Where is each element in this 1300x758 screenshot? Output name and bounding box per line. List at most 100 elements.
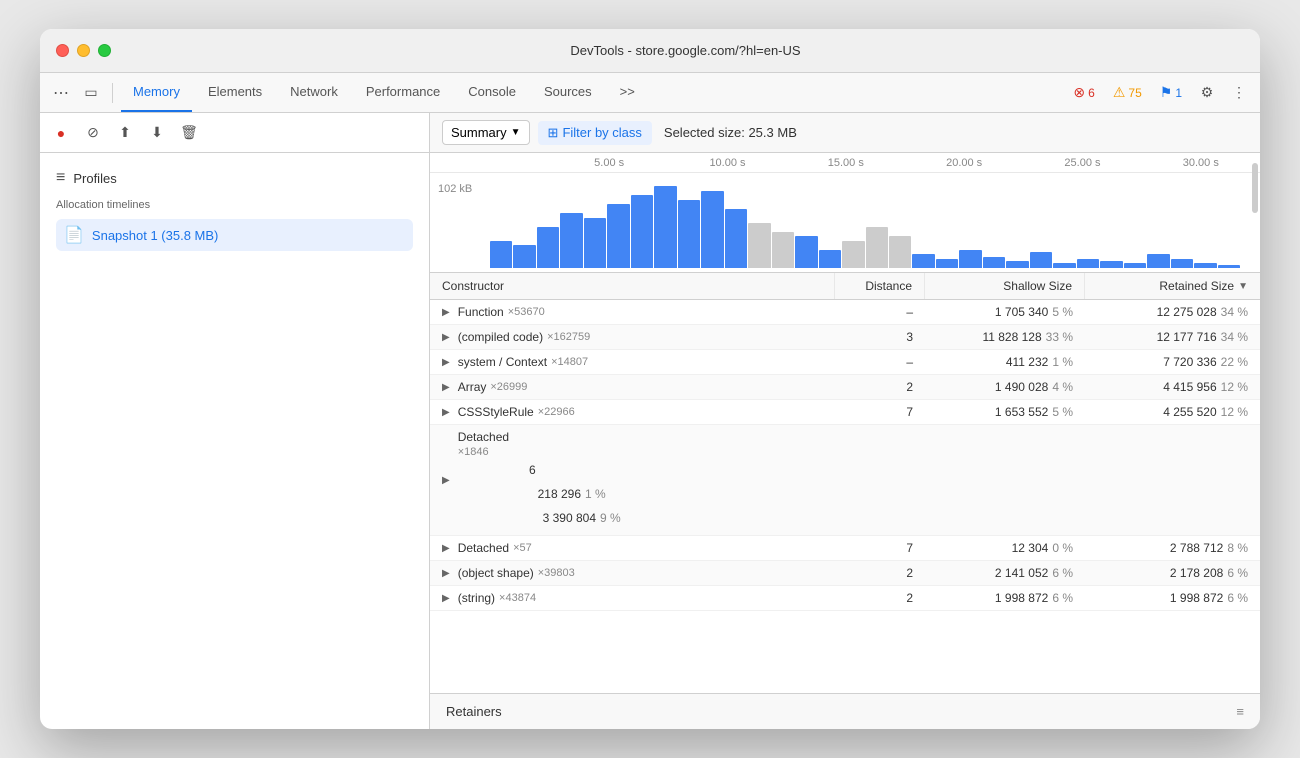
window-title: DevTools - store.google.com/?hl=en-US xyxy=(127,43,1244,58)
close-button[interactable] xyxy=(56,44,69,57)
warning-badge[interactable]: ⚠ 75 xyxy=(1107,82,1148,103)
distance-value: – xyxy=(835,300,925,324)
bar xyxy=(1147,254,1169,268)
table-header: Constructor Distance Shallow Size Retain… xyxy=(430,273,1260,300)
distance-value: 3 xyxy=(835,325,925,349)
bar xyxy=(631,195,653,268)
distance-value: 7 xyxy=(835,536,925,560)
bar xyxy=(490,241,512,268)
bar xyxy=(983,257,1005,268)
tab-performance[interactable]: Performance xyxy=(354,73,452,112)
more-icon[interactable]: ⋮ xyxy=(1226,80,1252,106)
sidebar-content: ≡ Profiles Allocation timelines 📄 Snapsh… xyxy=(40,153,429,729)
download-icon[interactable]: ⬇ xyxy=(144,120,170,146)
tab-console[interactable]: Console xyxy=(456,73,528,112)
minimize-button[interactable] xyxy=(77,44,90,57)
retained-size-value: 1 998 8726 % xyxy=(1085,586,1260,610)
table-row[interactable]: ▶ Array ×26999 2 1 490 0284 % 4 415 9561… xyxy=(430,375,1260,400)
settings-icon[interactable]: ⚙ xyxy=(1194,80,1220,106)
constructor-name: Array xyxy=(458,380,487,394)
profiles-header: ≡ Profiles xyxy=(56,165,413,199)
timeline-label-3: 15.00 s xyxy=(787,157,905,169)
table-row[interactable]: ▶ CSSStyleRule ×22966 7 1 653 5525 % 4 2… xyxy=(430,400,1260,425)
filter-icon: ⊞ xyxy=(548,125,559,141)
bar xyxy=(654,186,676,268)
bar xyxy=(1194,263,1216,268)
expand-icon: ▶ xyxy=(442,357,450,368)
table-row[interactable]: ▶ (string) ×43874 2 1 998 8726 % 1 998 8… xyxy=(430,586,1260,611)
bar xyxy=(936,259,958,268)
bar xyxy=(842,241,864,268)
tab-sources[interactable]: Sources xyxy=(532,73,604,112)
constructor-name: CSSStyleRule xyxy=(458,405,534,419)
chart-scrollbar[interactable] xyxy=(1252,163,1258,213)
dropdown-arrow-icon: ▼ xyxy=(511,127,521,138)
distance-value: – xyxy=(835,350,925,374)
bar xyxy=(959,250,981,268)
shallow-size-value: 218 2961 % xyxy=(458,482,618,506)
expand-icon: ▶ xyxy=(442,543,450,554)
clear-icon[interactable]: ⊘ xyxy=(80,120,106,146)
summary-label: Summary xyxy=(451,125,507,140)
collect-garbage-icon[interactable]: 🗑 xyxy=(176,120,202,146)
snapshot-item[interactable]: 📄 Snapshot 1 (35.8 MB) xyxy=(56,219,413,251)
constructor-name: system / Context xyxy=(458,355,547,369)
chart-kb-label: 102 kB xyxy=(438,183,472,195)
filter-by-class-button[interactable]: ⊞ Filter by class xyxy=(538,121,652,145)
expand-icon: ▶ xyxy=(442,332,450,343)
bar xyxy=(819,250,841,268)
table-row[interactable]: ▶ (compiled code) ×162759 3 11 828 12833… xyxy=(430,325,1260,350)
tab-memory[interactable]: Memory xyxy=(121,73,192,112)
col-header-shallow: Shallow Size xyxy=(925,273,1085,299)
inspect-icon[interactable]: ⋯ xyxy=(48,80,74,106)
table-rows-container: ▶ Function ×53670 – 1 705 3405 % 12 275 … xyxy=(430,300,1260,611)
snapshot-icon: 📄 xyxy=(64,225,84,245)
distance-value: 2 xyxy=(835,375,925,399)
profiles-icon: ≡ xyxy=(56,169,65,187)
info-icon: ⚑ xyxy=(1160,84,1173,101)
expand-icon: ▶ xyxy=(442,475,450,486)
bar xyxy=(607,204,629,268)
sort-desc-icon[interactable]: ▼ xyxy=(1238,281,1248,292)
bar xyxy=(1006,261,1028,268)
expand-icon: ▶ xyxy=(442,382,450,393)
retainers-menu-icon[interactable]: ≡ xyxy=(1236,704,1244,719)
error-badge[interactable]: ⊗ 6 xyxy=(1067,82,1100,103)
tab-more[interactable]: >> xyxy=(608,73,647,112)
info-badge[interactable]: ⚑ 1 xyxy=(1154,82,1188,103)
bar xyxy=(725,209,747,268)
bar xyxy=(584,218,606,268)
distance-value: 2 xyxy=(835,586,925,610)
shallow-size-value: 1 705 3405 % xyxy=(925,300,1085,324)
maximize-button[interactable] xyxy=(98,44,111,57)
timeline-label-5: 25.00 s xyxy=(1023,157,1141,169)
tab-elements[interactable]: Elements xyxy=(196,73,274,112)
panel-toolbar: Summary ▼ ⊞ Filter by class Selected siz… xyxy=(430,113,1260,153)
table-row[interactable]: ▶ (object shape) ×39803 2 2 141 0526 % 2… xyxy=(430,561,1260,586)
retained-size-value: 4 415 95612 % xyxy=(1085,375,1260,399)
table-row[interactable]: ▶ Detached ×1846 6 218 2961 % 3 390 8049… xyxy=(430,425,1260,536)
shallow-size-value: 11 828 12833 % xyxy=(925,325,1085,349)
expand-icon: ▶ xyxy=(442,307,450,318)
devtools-window: DevTools - store.google.com/?hl=en-US ⋯ … xyxy=(40,29,1260,729)
tab-bar: ⋯ ▭ Memory Elements Network Performance … xyxy=(40,73,1260,113)
upload-icon[interactable]: ⬆ xyxy=(112,120,138,146)
bar xyxy=(866,227,888,268)
instance-count: ×22966 xyxy=(538,406,575,418)
table-row[interactable]: ▶ Detached ×57 7 12 3040 % 2 788 7128 % xyxy=(430,536,1260,561)
profiles-label: Profiles xyxy=(73,171,116,186)
record-icon[interactable]: ● xyxy=(48,120,74,146)
selected-size-label: Selected size: 25.3 MB xyxy=(664,125,797,140)
retained-size-value: 3 390 8049 % xyxy=(458,506,633,530)
tab-network[interactable]: Network xyxy=(278,73,350,112)
titlebar: DevTools - store.google.com/?hl=en-US xyxy=(40,29,1260,73)
retained-size-value: 2 178 2086 % xyxy=(1085,561,1260,585)
bar xyxy=(560,213,582,268)
device-icon[interactable]: ▭ xyxy=(78,80,104,106)
summary-dropdown[interactable]: Summary ▼ xyxy=(442,120,530,145)
constructor-name: (compiled code) xyxy=(458,330,543,344)
sidebar-toolbar: ● ⊘ ⬆ ⬇ 🗑 xyxy=(40,113,429,153)
table-row[interactable]: ▶ system / Context ×14807 – 411 2321 % 7… xyxy=(430,350,1260,375)
table-row[interactable]: ▶ Function ×53670 – 1 705 3405 % 12 275 … xyxy=(430,300,1260,325)
bars-container xyxy=(490,173,1240,272)
